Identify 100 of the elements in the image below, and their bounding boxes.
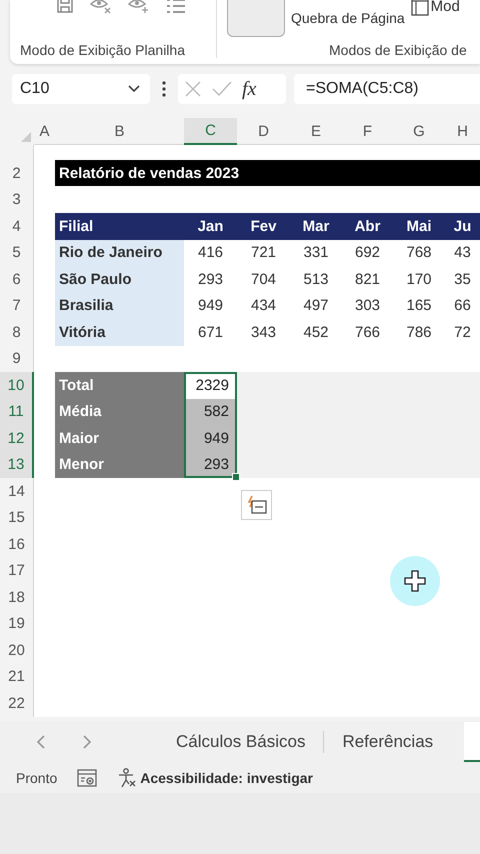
table-header-cell: Filial <box>55 213 184 240</box>
row-header[interactable]: 15 <box>0 504 34 531</box>
table-cell-text: 704 <box>250 270 278 290</box>
column-header[interactable]: G <box>393 118 445 145</box>
branch-cell: São Paulo <box>55 266 184 292</box>
page-layout-button[interactable]: Mod <box>410 0 460 16</box>
quick-analysis-icon <box>246 495 268 515</box>
table-header-cell: Mar <box>290 213 342 240</box>
sheet-tab[interactable]: Cálculos Básicos <box>166 720 316 762</box>
eye-icon[interactable] <box>90 0 112 14</box>
sheet-tab[interactable]: Referências <box>332 720 444 762</box>
insert-function-button[interactable]: fx <box>242 78 256 100</box>
table-header-cell: Jan <box>184 213 237 240</box>
row-header[interactable]: 22 <box>0 690 34 716</box>
table-cell-text: 293 <box>196 270 224 290</box>
table-cell-text: 303 <box>354 296 382 316</box>
selected-cell[interactable]: 2329 <box>184 372 237 398</box>
chevron-down-icon <box>128 85 140 93</box>
row-header[interactable]: 8 <box>0 319 34 346</box>
column-header[interactable]: F <box>342 118 393 145</box>
save-icon[interactable] <box>56 0 74 14</box>
table-cell-text: 66 <box>453 296 472 316</box>
column-header[interactable]: B <box>55 118 184 145</box>
table-cell-text: 35 <box>453 270 472 290</box>
column-header[interactable]: A <box>34 118 55 145</box>
quick-analysis-button[interactable] <box>241 490 272 520</box>
row-header[interactable]: 13 <box>0 452 34 478</box>
table-cell-text: 513 <box>302 270 330 290</box>
table-cell-text: 766 <box>354 322 382 343</box>
table-cell-text: 452 <box>302 322 330 343</box>
row-header[interactable]: 11 <box>0 398 34 425</box>
eye-icon[interactable] <box>128 0 150 14</box>
close-icon[interactable] <box>184 80 202 98</box>
row-header[interactable]: 5 <box>0 240 34 266</box>
table-cell-text: 170 <box>405 270 433 290</box>
chevron-left-icon[interactable] <box>36 734 46 750</box>
table-cell-text: 331 <box>302 243 330 264</box>
column-header[interactable]: E <box>290 118 342 145</box>
table-cell-text: 497 <box>302 296 330 316</box>
group-label: Modo de Exibição Planilha <box>20 42 186 60</box>
table-header-cell: Abr <box>342 213 393 240</box>
chevron-right-icon[interactable] <box>82 734 92 750</box>
row-header[interactable]: 7 <box>0 292 34 319</box>
corner-triangle-icon[interactable] <box>21 132 31 142</box>
check-icon[interactable] <box>212 81 232 97</box>
fill-handle[interactable] <box>232 473 240 481</box>
status-text: Pronto <box>16 770 58 786</box>
table-cell-text: 671 <box>196 322 224 343</box>
row-header[interactable]: 20 <box>0 637 34 664</box>
title-cell: Relatório de vendas 2023 <box>55 160 480 186</box>
column-header[interactable]: D <box>237 118 290 145</box>
row-header[interactable]: 19 <box>0 610 34 637</box>
table-cell-text: 949 <box>196 296 224 316</box>
table-cell-text: 343 <box>250 322 278 343</box>
row-header[interactable]: 2 <box>0 160 34 186</box>
branch-cell: Vitória <box>55 319 184 346</box>
table-cell-text: 768 <box>405 243 433 264</box>
selected-cell[interactable]: 949 <box>184 425 237 452</box>
summary-label-cell: Média <box>55 398 184 425</box>
macro-record-icon[interactable] <box>77 768 98 786</box>
branch-cell: Rio de Janeiro <box>55 240 184 266</box>
table-header-cell: Mai <box>393 213 445 240</box>
selected-cell[interactable]: 582 <box>184 398 237 425</box>
table-cell-text: 786 <box>405 322 433 343</box>
more-icon[interactable] <box>162 81 166 97</box>
table-cell-text: 721 <box>250 243 278 264</box>
accessibility-button[interactable]: Acessibilidade: investigar <box>117 768 313 788</box>
summary-label-cell: Menor <box>55 452 184 478</box>
table-header-cell: Fev <box>237 213 290 240</box>
accessibility-icon <box>117 768 138 788</box>
row-header[interactable]: 3 <box>0 186 34 213</box>
summary-label-cell: Maior <box>55 425 184 452</box>
row-header[interactable]: 21 <box>0 664 34 690</box>
table-cell-text: 165 <box>405 296 433 316</box>
normal-view-button[interactable] <box>227 0 285 37</box>
row-header[interactable]: 17 <box>0 558 34 584</box>
sheet-tab[interactable] <box>464 722 480 762</box>
row-header[interactable]: 18 <box>0 584 34 610</box>
summary-label-cell: Total <box>55 372 184 398</box>
row-header[interactable]: 10 <box>0 372 34 398</box>
row-header[interactable]: 16 <box>0 531 34 558</box>
selected-cell[interactable]: 293 <box>184 452 237 478</box>
table-cell-text: 821 <box>354 270 382 290</box>
page-layout-icon <box>410 0 429 16</box>
name-box[interactable]: C10 <box>12 74 150 104</box>
row-header[interactable]: 4 <box>0 213 34 240</box>
list-icon[interactable] <box>166 0 186 14</box>
formula-field[interactable]: =SOMA(C5:C8) <box>294 74 480 104</box>
page-break-view-button[interactable]: Quebra de Página <box>291 0 405 26</box>
row-header[interactable]: 9 <box>0 346 34 372</box>
group-label: Modos de Exibição de <box>328 42 468 60</box>
table-cell-text: 43 <box>453 243 472 264</box>
column-header[interactable]: H <box>445 118 480 145</box>
branch-cell: Brasilia <box>55 292 184 319</box>
table-cell-text: 416 <box>196 243 224 264</box>
column-header[interactable]: C <box>184 118 237 145</box>
row-header[interactable]: 6 <box>0 266 34 292</box>
row-header[interactable]: 12 <box>0 425 34 452</box>
row-header[interactable]: 14 <box>0 478 34 504</box>
table-cell-text: 72 <box>453 322 472 343</box>
